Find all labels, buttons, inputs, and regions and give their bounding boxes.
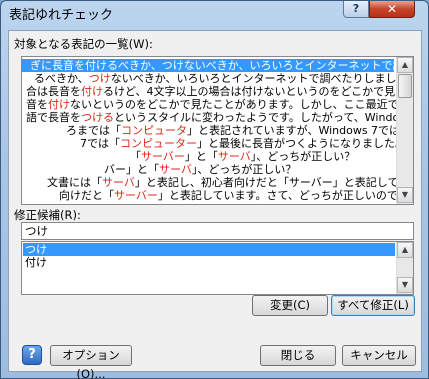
scroll-down-icon[interactable]: ▼: [397, 187, 413, 203]
line-text: 」、どっちが正しい？: [191, 163, 297, 176]
candidate-label: 修正候補(R):: [14, 208, 81, 222]
highlighted-term: サーバー: [114, 189, 158, 202]
text-list-line[interactable]: ぎに長音を付けるべきか、つけないべきか、いろいろとインターネットで調べたり: [22, 59, 413, 72]
candidate-list-scrollbar[interactable]: ▲ ▼: [396, 242, 413, 294]
candidate-list-item[interactable]: つけ: [23, 243, 395, 256]
line-text: 音を: [26, 98, 48, 111]
target-text-list[interactable]: ぎに長音を付けるべきか、つけないべきか、いろいろとインターネットで調べたり るべき…: [21, 56, 414, 205]
options-button[interactable]: オプション(O)...: [50, 345, 132, 379]
highlighted-term: サーバ: [102, 176, 135, 189]
text-list-line[interactable]: 音を付けないというのをどこかで見たことがあります。しかし、ここ最近で: [26, 98, 399, 111]
highlighted-term: つけ: [88, 72, 111, 85]
title-bar[interactable]: 表記ゆれチェック ? ✕: [1, 1, 428, 23]
line-text: ないというのをどこかで見たことがあります。しかし、ここ最近で: [70, 98, 399, 111]
change-all-button[interactable]: すべて修正(L): [331, 295, 415, 316]
line-text: 向けだと「: [59, 189, 114, 202]
text-list-line[interactable]: るべきか、つけないべきか、いろいろとインターネットで調べたりしました。どう: [34, 72, 414, 85]
text-list-line[interactable]: 向けだと「サーバー」と表記しています。さて、どっちが正しいのでしょう？: [59, 189, 414, 202]
scroll-thumb[interactable]: [398, 74, 412, 98]
highlighted-term: コンピュータ: [121, 124, 187, 137]
text-list-line[interactable]: 文書には「サーバ」と表記し、初心者向けだと「サーバー」と表記しています。さて: [47, 176, 413, 189]
candidate-list-item[interactable]: 付け: [23, 256, 47, 269]
highlighted-term: 付け: [48, 98, 70, 111]
text-list-scrollbar[interactable]: ▲ ▼: [396, 57, 413, 204]
candidate-input[interactable]: つけ: [21, 222, 414, 240]
text-list-line[interactable]: ろまでは「コンピュータ」と表記されていますが、Windows 7では「コンピュー…: [66, 124, 413, 137]
highlighted-term: サーバ: [159, 163, 192, 176]
dialog-window: 表記ゆれチェック ? ✕ 対象となる表記の一覧(W): ぎに長音を付けるべきか、…: [0, 0, 429, 379]
line-text: 文書には「: [47, 176, 102, 189]
text-list-line[interactable]: バー」と「サーバ」、どっちが正しい？: [104, 163, 296, 176]
text-list-line[interactable]: 語で長音をつけるというスタイルに変わったようです。したがって、Window: [26, 111, 408, 124]
close-button[interactable]: 閉じる: [260, 345, 336, 366]
highlighted-term: 付ける: [85, 59, 118, 72]
line-text: 合は長音を: [26, 85, 81, 98]
scroll-up-icon[interactable]: ▲: [397, 242, 413, 258]
text-list-line[interactable]: 「サーバー」と「サーバ」、どっちが正しい？: [130, 150, 355, 163]
window-title: 表記ゆれチェック: [9, 8, 114, 23]
scroll-up-icon[interactable]: ▲: [397, 57, 413, 73]
scroll-down-icon[interactable]: ▼: [397, 277, 413, 293]
highlighted-term: サーバ: [217, 150, 251, 163]
line-text: 」と「: [184, 150, 218, 163]
line-text: 語で長音を: [26, 111, 81, 124]
line-text: バー」と「: [104, 163, 159, 176]
cancel-button[interactable]: キャンセル: [342, 345, 416, 366]
highlighted-term: コンピューター: [120, 137, 197, 150]
highlighted-term: 付け: [81, 85, 103, 98]
candidate-list[interactable]: つけ 付け ▲ ▼: [21, 241, 414, 295]
line-text: 」、どっちが正しい？: [250, 150, 356, 163]
line-text: べきか、つけないべきか、いろいろとインターネットで調べたり: [118, 59, 414, 72]
line-text: 「: [130, 150, 141, 163]
line-text: るけど、4文字以上の場合は付けないというのをどこかで見たこと: [103, 85, 414, 98]
line-text: 」と表記し、初心者向けだと「サーバー」と表記しています。さて: [134, 176, 413, 189]
caption-help-button[interactable]: ?: [343, 1, 369, 18]
line-text: 」と最後に長音がつくようになりました。: [197, 137, 406, 150]
list-label: 対象となる表記の一覧(W):: [14, 37, 153, 51]
text-list-line[interactable]: 7では「コンピューター」と最後に長音がつくようになりました。: [80, 137, 406, 150]
caption-close-button[interactable]: ✕: [369, 1, 415, 18]
line-text: 7では「: [80, 137, 120, 150]
highlighted-term: サーバー: [141, 150, 185, 163]
dialog-client-area: 対象となる表記の一覧(W): ぎに長音を付けるべきか、つけないべきか、いろいろと…: [8, 30, 422, 379]
help-icon[interactable]: ?: [22, 345, 42, 365]
line-text: 」と表記しています。さて、どっちが正しいのでしょう？: [157, 189, 414, 202]
line-text: るべきか、: [34, 72, 89, 85]
line-text: 」と表記されていますが、Windows 7では「コンピュータ: [187, 124, 413, 137]
line-text: というスタイルに変わったようです。したがって、Window: [114, 111, 409, 124]
text-list-line[interactable]: 合は長音を付けるけど、4文字以上の場合は付けないというのをどこかで見たこと: [26, 85, 414, 98]
line-text: ないべきか、いろいろとインターネットで調べたりしました。どう: [110, 72, 414, 85]
highlighted-term: つける: [81, 111, 114, 124]
change-button[interactable]: 変更(C): [252, 295, 328, 316]
line-text: ろまでは「: [66, 124, 121, 137]
line-text: ぎに長音を: [30, 59, 85, 72]
